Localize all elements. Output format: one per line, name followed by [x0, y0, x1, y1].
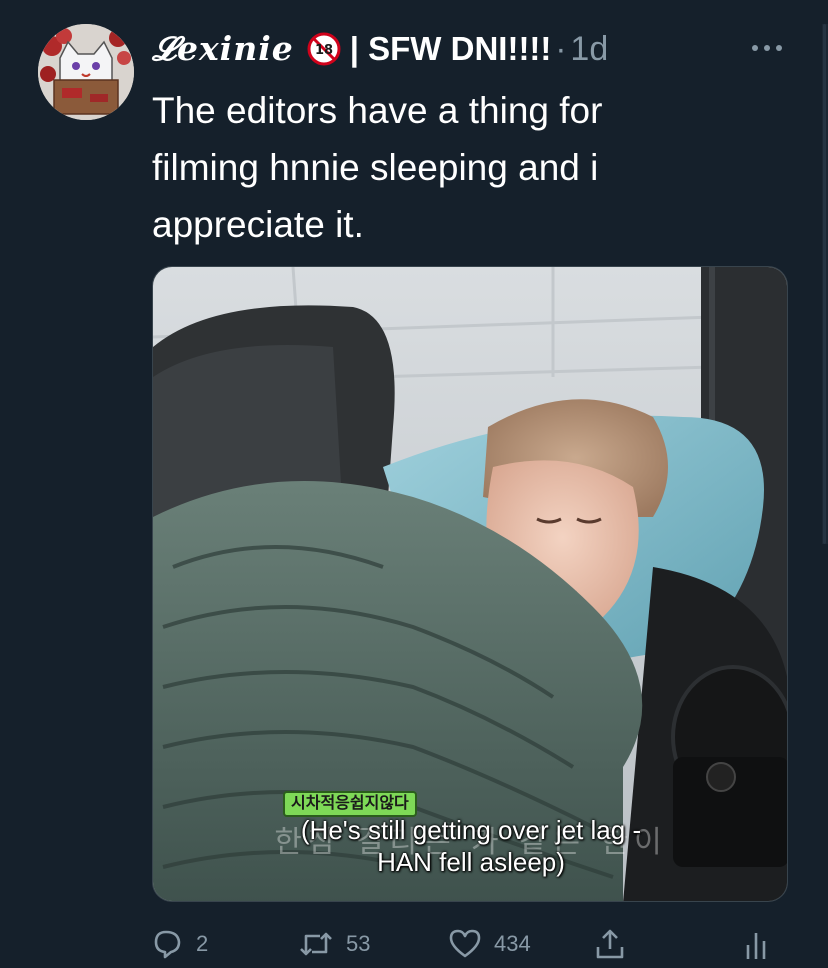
retweet-icon: [300, 932, 332, 956]
retweet-button[interactable]: 53: [298, 922, 370, 966]
subtitle-line-2: HAN fell asleep): [377, 847, 565, 877]
tweet-actions: 2 53 434: [152, 922, 792, 966]
no-under-18-icon: 18: [306, 31, 342, 67]
reply-count: 2: [196, 931, 209, 956]
share-button[interactable]: [594, 922, 626, 966]
avatar[interactable]: [38, 24, 134, 120]
display-name[interactable]: 𝓛exinie: [152, 29, 294, 69]
display-name-suffix[interactable]: | SFW DNI!!!!: [350, 30, 552, 68]
more-dots-icon[interactable]: [745, 32, 789, 64]
video-subtitle: 한참 걸리는 가 같은 한이 시차적응쉽지않다 (He's still gett…: [261, 791, 681, 877]
avatar-image: [38, 24, 134, 120]
tweet-header: 𝓛exinie 18 | SFW DNI!!!! · 1d: [152, 24, 792, 74]
subtitle-line-1: (He's still getting over jet lag -: [300, 815, 642, 845]
timestamp[interactable]: 1d: [570, 30, 608, 69]
subtitle-korean-tag: 시차적응쉽지않다: [283, 791, 417, 817]
tweet-media-image[interactable]: 한참 걸리는 가 같은 한이 시차적응쉽지않다 (He's still gett…: [152, 266, 788, 902]
reply-button[interactable]: 2: [152, 922, 208, 966]
tweet-text: The editors have a thing for filming hnn…: [152, 90, 603, 245]
share-icon: [596, 929, 624, 959]
analytics-icon: [746, 933, 766, 959]
like-count: 434: [494, 931, 531, 956]
header-separator: ·: [555, 30, 567, 67]
like-button[interactable]: 434: [448, 922, 531, 966]
tweet[interactable]: 𝓛exinie 18 | SFW DNI!!!! · 1d The editor…: [0, 0, 828, 968]
reply-bubble-icon: [154, 930, 181, 959]
svg-text:18: 18: [315, 43, 333, 58]
analytics-button[interactable]: [744, 922, 768, 966]
heart-icon: [449, 929, 481, 958]
retweet-count: 53: [346, 931, 371, 956]
